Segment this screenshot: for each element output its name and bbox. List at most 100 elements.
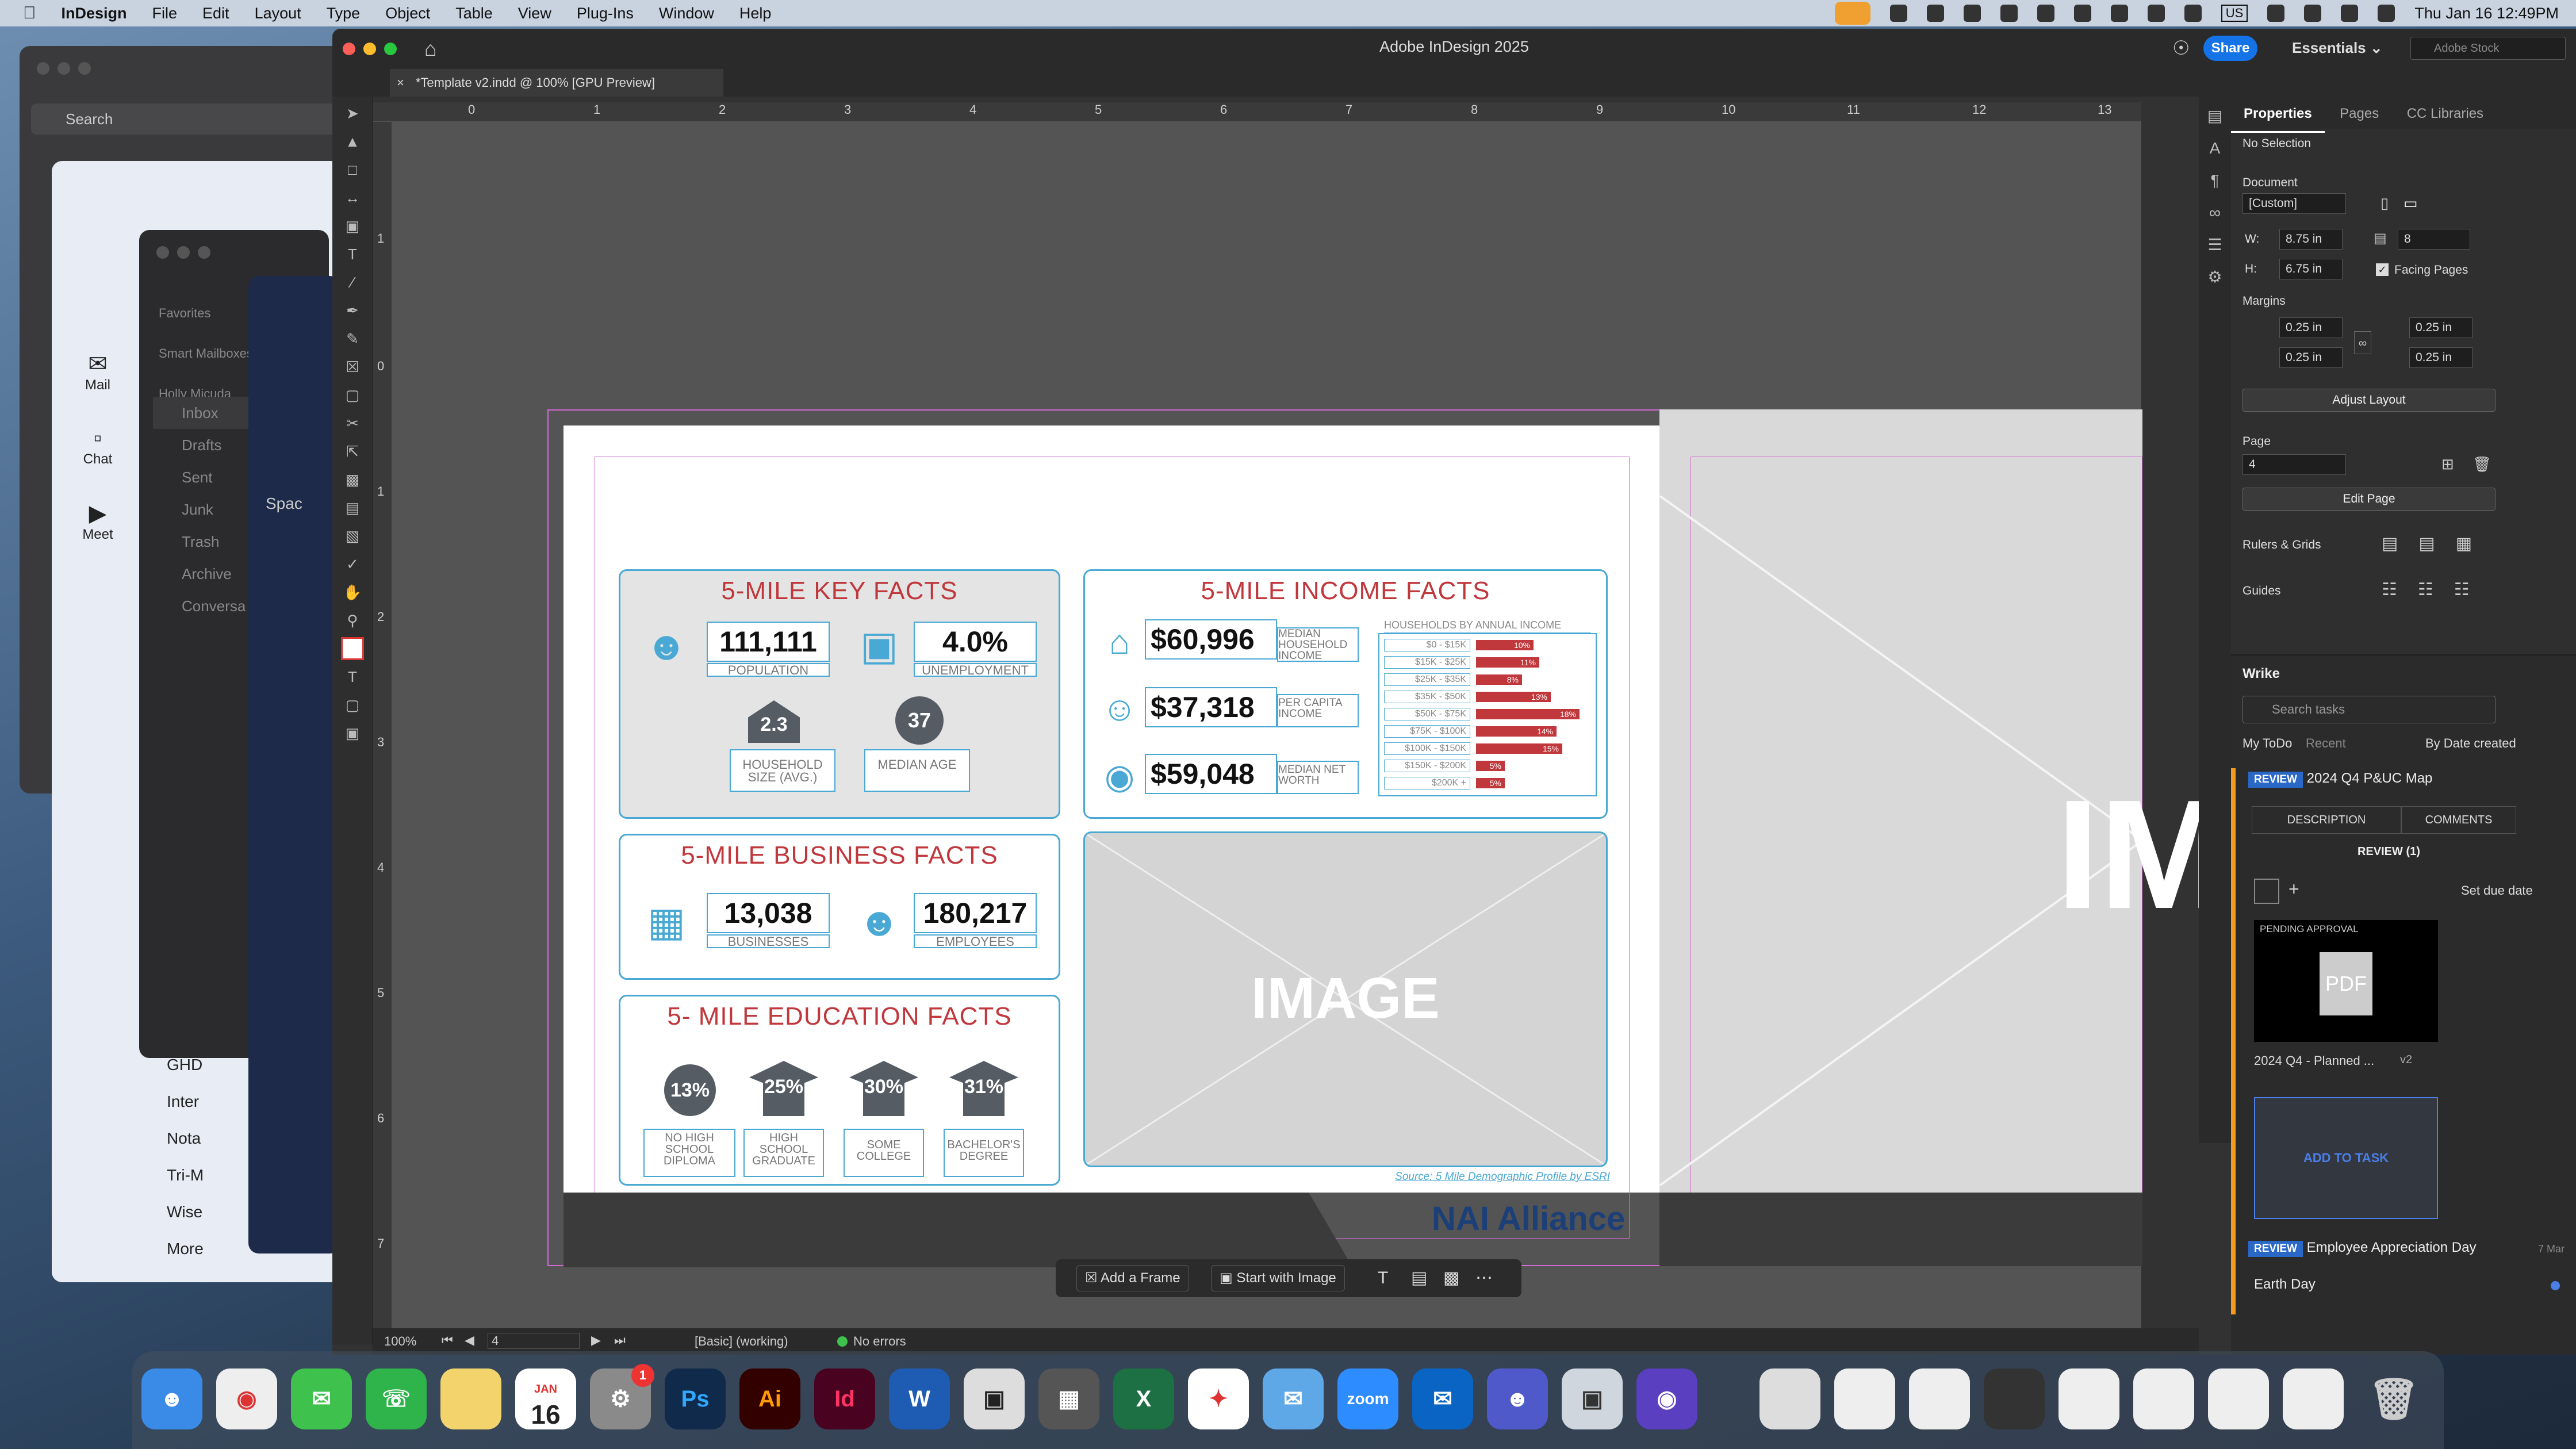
previous-page-icon[interactable]: ◀ bbox=[465, 1333, 474, 1348]
link-margins-icon[interactable]: ∞ bbox=[2354, 331, 2371, 354]
notification-icon[interactable] bbox=[2341, 5, 2359, 22]
spotlight-icon[interactable] bbox=[2304, 5, 2322, 22]
apple-icon[interactable]:  bbox=[23, 3, 36, 23]
excel-dock-icon[interactable]: X bbox=[1113, 1368, 1174, 1429]
menu-object[interactable]: Object bbox=[385, 5, 430, 22]
photoshop-dock-icon[interactable]: Ps bbox=[665, 1368, 726, 1429]
menu-type[interactable]: Type bbox=[327, 5, 361, 22]
finder-search-field[interactable]: Search bbox=[31, 103, 365, 135]
rulers-grids-icons[interactable]: ▤▤▦ bbox=[2382, 534, 2493, 554]
orientation-portrait-icon[interactable]: ▯ bbox=[2380, 194, 2389, 212]
rectangle-tool-icon[interactable]: ▢ bbox=[341, 384, 364, 407]
next-page-icon[interactable]: ▶ bbox=[591, 1333, 601, 1348]
notes-item[interactable]: Wise bbox=[167, 1194, 204, 1230]
notes-more[interactable]: More bbox=[167, 1230, 204, 1267]
menu-view[interactable]: View bbox=[518, 5, 551, 22]
menu-help[interactable]: Help bbox=[739, 5, 772, 22]
guides-icons[interactable]: ☷☷☷ bbox=[2382, 580, 2490, 600]
screen-mode-icon[interactable]: ▣ bbox=[341, 722, 364, 745]
task-item-1[interactable]: REVIEW 2024 Q4 P&UC Map bbox=[2248, 770, 2432, 788]
recent-doc-dock-icon[interactable] bbox=[2283, 1368, 2344, 1429]
siri-icon[interactable] bbox=[2378, 5, 2395, 22]
page-tool-icon[interactable]: □ bbox=[341, 158, 364, 181]
pages-icon[interactable]: ▤ bbox=[1411, 1265, 1427, 1291]
display-status-icon[interactable] bbox=[2147, 5, 2165, 22]
set-due-date-button[interactable]: Set due date bbox=[2461, 883, 2533, 898]
character-panel-icon[interactable]: A bbox=[2199, 132, 2231, 164]
share-button[interactable]: Share bbox=[2203, 36, 2257, 61]
input-source[interactable]: US bbox=[2221, 5, 2248, 22]
menu-window[interactable]: Window bbox=[659, 5, 714, 22]
grammarly-dock-icon[interactable]: ◉ bbox=[1636, 1368, 1697, 1429]
teams-dock-icon[interactable]: ☻ bbox=[1487, 1368, 1548, 1429]
business-facts-card[interactable]: 5-MILE BUSINESS FACTS ▦ 13,038 BUSINESSE… bbox=[619, 834, 1060, 980]
task-item-3[interactable]: Earth Day bbox=[2254, 1276, 2316, 1293]
start-with-image-button[interactable]: ▣ Start with Image bbox=[1211, 1265, 1345, 1291]
grammarly-status-icon[interactable] bbox=[1926, 5, 1944, 22]
chrome-dock-icon[interactable]: ◉ bbox=[216, 1368, 277, 1429]
zoom-status-icon[interactable] bbox=[1889, 5, 1907, 22]
word-dock-icon[interactable]: W bbox=[889, 1368, 950, 1429]
horizontal-ruler[interactable]: 0 1 2 3 4 5 6 7 8 9 10 11 12 13 bbox=[373, 102, 2141, 122]
menu-file[interactable]: File bbox=[152, 5, 178, 22]
tab-cc-libraries[interactable]: CC Libraries bbox=[2394, 97, 2496, 131]
lightbulb-icon[interactable]: ☉ bbox=[2172, 37, 2190, 60]
menu-layout[interactable]: Layout bbox=[255, 5, 301, 22]
zoom-level[interactable]: 100% bbox=[384, 1334, 416, 1349]
selection-tool-icon[interactable]: ➤ bbox=[341, 102, 364, 125]
free-transform-tool-icon[interactable]: ⇱ bbox=[341, 440, 364, 463]
preview-dock-icon[interactable]: ▣ bbox=[1562, 1368, 1623, 1429]
margin-left-field[interactable]: 0.25 in bbox=[2409, 317, 2472, 338]
task-item-2[interactable]: REVIEW Employee Appreciation Day bbox=[2248, 1240, 2476, 1257]
preflight-status[interactable]: No errors bbox=[853, 1334, 906, 1349]
pending-approval-thumb[interactable]: PENDING APPROVAL PDF bbox=[2254, 920, 2438, 1042]
document-preset-select[interactable]: [Custom] bbox=[2242, 193, 2346, 214]
left-page[interactable]: 5-MILE KEY FACTS ☻ 111,111 POPULATION ▣ … bbox=[564, 425, 1659, 1267]
key-facts-card[interactable]: 5-MILE KEY FACTS ☻ 111,111 POPULATION ▣ … bbox=[619, 569, 1060, 819]
calendar-dock-icon[interactable]: JAN 16 bbox=[515, 1368, 576, 1429]
facing-pages-checkbox[interactable]: ✓ bbox=[2376, 263, 2389, 276]
type-icon[interactable]: T bbox=[1378, 1265, 1388, 1291]
base-style[interactable]: [Basic] (working) bbox=[695, 1334, 788, 1349]
tab-recent[interactable]: Recent bbox=[2306, 736, 2346, 751]
margin-bottom-field[interactable]: 0.25 in bbox=[2279, 347, 2343, 368]
wifi-icon[interactable] bbox=[2184, 5, 2202, 22]
image-frame[interactable]: IMAGE bbox=[1083, 831, 1608, 1167]
adobe-stock-search[interactable]: Adobe Stock bbox=[2410, 37, 2566, 60]
delete-page-icon[interactable]: 🗑 bbox=[2472, 455, 2491, 473]
last-page-icon[interactable]: ⏭ bbox=[614, 1333, 626, 1348]
settings-dock-icon[interactable]: ⚙ 1 bbox=[590, 1364, 654, 1429]
notes-item[interactable]: Nota bbox=[167, 1120, 204, 1157]
drive-status-icon[interactable] bbox=[2073, 5, 2091, 22]
menu-edit[interactable]: Edit bbox=[202, 5, 229, 22]
tab-properties[interactable]: Properties bbox=[2231, 97, 2325, 133]
hand-tool-icon[interactable]: ✋ bbox=[341, 581, 364, 604]
add-page-icon[interactable]: ⊞ bbox=[2441, 455, 2454, 473]
close-tab-icon[interactable]: × bbox=[397, 75, 404, 90]
task1-checkbox[interactable] bbox=[2254, 879, 2279, 904]
add-frame-button[interactable]: ☒ Add a Frame bbox=[1076, 1265, 1189, 1291]
pages-count-field[interactable]: 8 bbox=[2398, 229, 2470, 250]
wrike-search-input[interactable]: Search tasks bbox=[2242, 696, 2496, 723]
notes-dock-icon[interactable] bbox=[440, 1368, 501, 1429]
orientation-landscape-icon[interactable]: ▭ bbox=[2404, 194, 2418, 212]
rectangle-frame-tool-icon[interactable]: ☒ bbox=[341, 355, 364, 378]
zoom-tool-icon[interactable]: ⚲ bbox=[341, 609, 364, 632]
control-center-icon[interactable] bbox=[2267, 5, 2285, 22]
apply-none-icon[interactable]: ▢ bbox=[341, 693, 364, 716]
tab-my-todo[interactable]: My ToDo bbox=[2242, 736, 2292, 751]
controls-status-icon[interactable] bbox=[2037, 5, 2054, 22]
formatting-affects-icon[interactable]: T bbox=[341, 665, 364, 688]
pages-panel-icon[interactable]: ▤ bbox=[2199, 100, 2231, 132]
zoom-dock-icon[interactable]: zoom bbox=[1337, 1368, 1398, 1429]
scissors-tool-icon[interactable]: ✂ bbox=[341, 412, 364, 435]
clipboard-status-icon[interactable] bbox=[1963, 5, 1981, 22]
note-tool-icon[interactable]: ▧ bbox=[341, 524, 364, 547]
backup-status-icon[interactable] bbox=[2000, 5, 2018, 22]
recent-doc-dock-icon[interactable] bbox=[1909, 1368, 1970, 1429]
whatsapp-dock-icon[interactable]: ☏ bbox=[366, 1368, 427, 1429]
recent-doc-dock-icon[interactable] bbox=[1834, 1368, 1895, 1429]
workspace-switcher[interactable]: Essentials ⌄ bbox=[2292, 39, 2383, 57]
edit-page-button[interactable]: Edit Page bbox=[2242, 488, 2496, 511]
finder-dock-icon[interactable]: ☻ bbox=[141, 1368, 202, 1429]
